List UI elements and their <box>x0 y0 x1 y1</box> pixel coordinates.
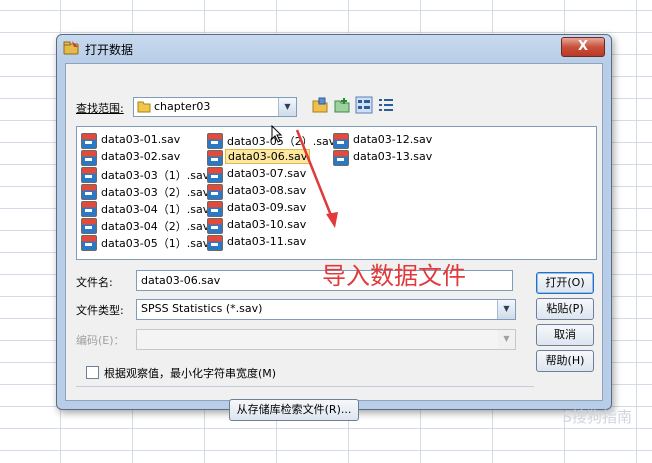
watermark: S搜狗指南 <box>562 408 632 426</box>
annotation-arrow <box>295 129 338 228</box>
annotation-text: 导入数据文件 <box>322 262 466 290</box>
mouse-cursor-icon <box>271 125 283 143</box>
